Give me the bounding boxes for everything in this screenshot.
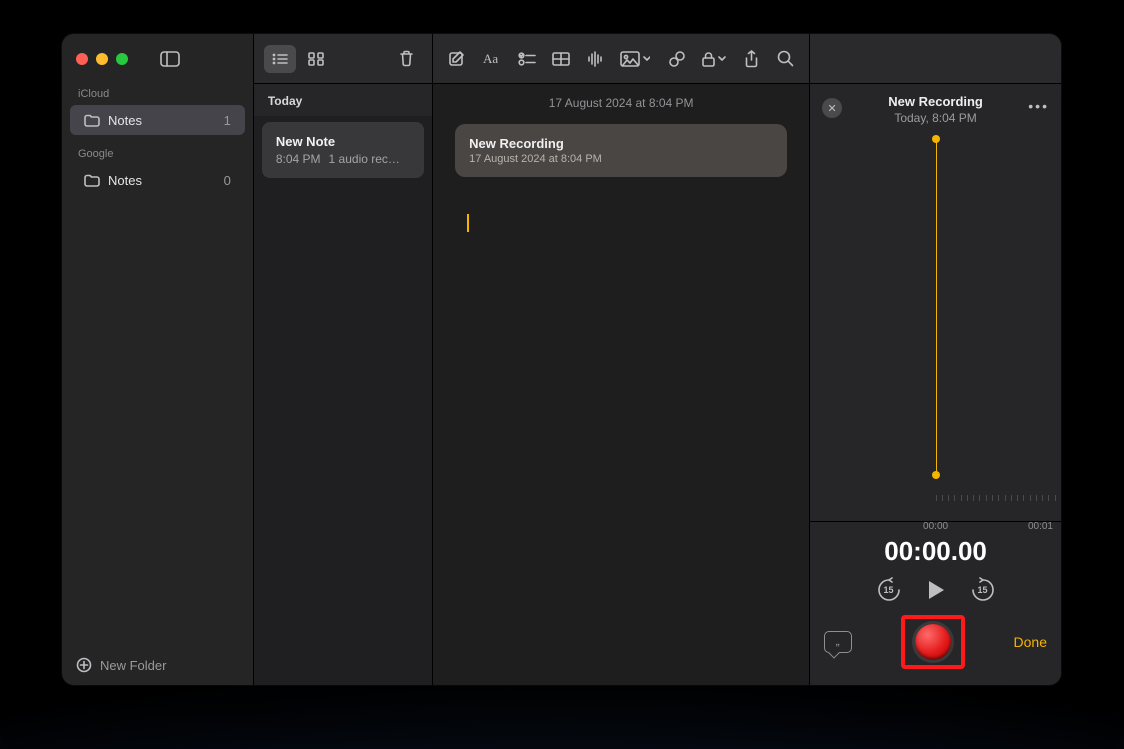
search-button[interactable] (769, 45, 801, 73)
share-icon (744, 50, 759, 68)
link-note-button[interactable] (661, 45, 693, 73)
sidebar-icon (160, 51, 180, 67)
sidebar: iCloud Notes 1 Google Notes 0 New Folder (62, 34, 254, 685)
folder-name: Notes (108, 173, 142, 188)
link-icon (668, 50, 686, 68)
text-format-icon: Aa (483, 51, 503, 66)
note-preview: 1 audio rec… (329, 152, 400, 166)
recording-toolbar-spacer (810, 34, 1061, 84)
format-text-button[interactable]: Aa (477, 45, 509, 73)
folder-count: 0 (224, 173, 231, 188)
table-button[interactable] (545, 45, 577, 73)
checklist-icon (518, 52, 536, 66)
waveform-area[interactable]: 00:00 00:01 (810, 131, 1061, 521)
folder-name: Notes (108, 113, 142, 128)
done-button[interactable]: Done (1014, 634, 1047, 650)
note-editor: Aa (433, 34, 810, 685)
search-icon (777, 50, 794, 67)
recording-title: New Recording (822, 94, 1049, 109)
sidebar-folder-google-notes[interactable]: Notes 0 (70, 165, 245, 195)
skip-back-button[interactable]: 15 (876, 577, 902, 603)
close-window-button[interactable] (76, 53, 88, 65)
grid-icon (308, 52, 324, 66)
compose-icon (448, 50, 466, 68)
notes-list-toolbar (254, 34, 432, 84)
transport-controls: 00:00.00 15 15 (810, 521, 1061, 615)
ruler-label-start: 00:00 (923, 521, 948, 532)
quote-icon: „ (825, 632, 851, 652)
share-button[interactable] (735, 45, 767, 73)
gallery-view-button[interactable] (300, 45, 332, 73)
window-titlebar (62, 34, 253, 84)
svg-text:Aa: Aa (483, 51, 498, 66)
table-icon (552, 52, 570, 66)
record-button-highlight (901, 615, 965, 669)
sidebar-section-label: iCloud (62, 84, 253, 104)
traffic-lights (76, 53, 128, 65)
trash-icon (399, 50, 414, 67)
skip-forward-button[interactable]: 15 (970, 577, 996, 603)
list-view-button[interactable] (264, 45, 296, 73)
recording-more-button[interactable]: ••• (1028, 98, 1049, 114)
folder-icon (84, 114, 100, 127)
recording-chip-title: New Recording (469, 136, 773, 151)
note-date: 17 August 2024 at 8:04 PM (433, 84, 809, 118)
note-title: New Note (276, 134, 410, 149)
folder-count: 1 (224, 113, 231, 128)
playhead[interactable] (936, 139, 937, 475)
list-icon (271, 52, 289, 66)
recording-attachment-chip[interactable]: New Recording 17 August 2024 at 8:04 PM (455, 124, 787, 177)
close-recording-button[interactable]: ✕ (822, 98, 842, 118)
plus-circle-icon (76, 657, 92, 673)
new-folder-button[interactable]: New Folder (62, 645, 253, 685)
recording-panel: ✕ New Recording Today, 8:04 PM ••• 00:00… (810, 34, 1061, 685)
timecode: 00:00.00 (884, 536, 987, 567)
recording-subtitle: Today, 8:04 PM (822, 111, 1049, 125)
notes-window: iCloud Notes 1 Google Notes 0 New Folder (62, 34, 1061, 685)
compose-note-button[interactable] (441, 45, 473, 73)
time-ruler (810, 489, 1061, 501)
play-button[interactable] (926, 579, 946, 601)
minimize-window-button[interactable] (96, 53, 108, 65)
fullscreen-window-button[interactable] (116, 53, 128, 65)
sidebar-folder-icloud-notes[interactable]: Notes 1 (70, 105, 245, 135)
notes-section-header: Today (254, 84, 432, 116)
new-folder-label: New Folder (100, 658, 166, 673)
media-button[interactable] (613, 45, 657, 73)
recording-bottom-row: „ Done (810, 615, 1061, 685)
sidebar-section-label: Google (62, 144, 253, 164)
editor-toolbar: Aa (433, 34, 809, 84)
close-icon: ✕ (828, 102, 837, 115)
folder-icon (84, 174, 100, 187)
toggle-sidebar-button[interactable] (154, 45, 186, 73)
note-time: 8:04 PM (276, 152, 321, 166)
play-icon (926, 579, 946, 601)
transcript-button[interactable]: „ (824, 631, 852, 653)
recording-header: ✕ New Recording Today, 8:04 PM ••• (810, 84, 1061, 131)
waveform-icon (587, 51, 603, 67)
note-list-item[interactable]: New Note 8:04 PM 1 audio rec… (262, 122, 424, 178)
more-icon: ••• (1028, 98, 1049, 114)
delete-note-button[interactable] (390, 45, 422, 73)
lock-icon (701, 51, 727, 67)
recording-chip-subtitle: 17 August 2024 at 8:04 PM (469, 153, 773, 165)
lock-note-button[interactable] (695, 45, 733, 73)
text-cursor (467, 214, 469, 232)
photo-icon (620, 51, 650, 67)
ruler-label-next: 00:01 (1028, 521, 1053, 532)
checklist-button[interactable] (511, 45, 543, 73)
record-button[interactable] (915, 624, 951, 660)
notes-list-column: Today New Note 8:04 PM 1 audio rec… (254, 34, 433, 685)
audio-button[interactable] (579, 45, 611, 73)
